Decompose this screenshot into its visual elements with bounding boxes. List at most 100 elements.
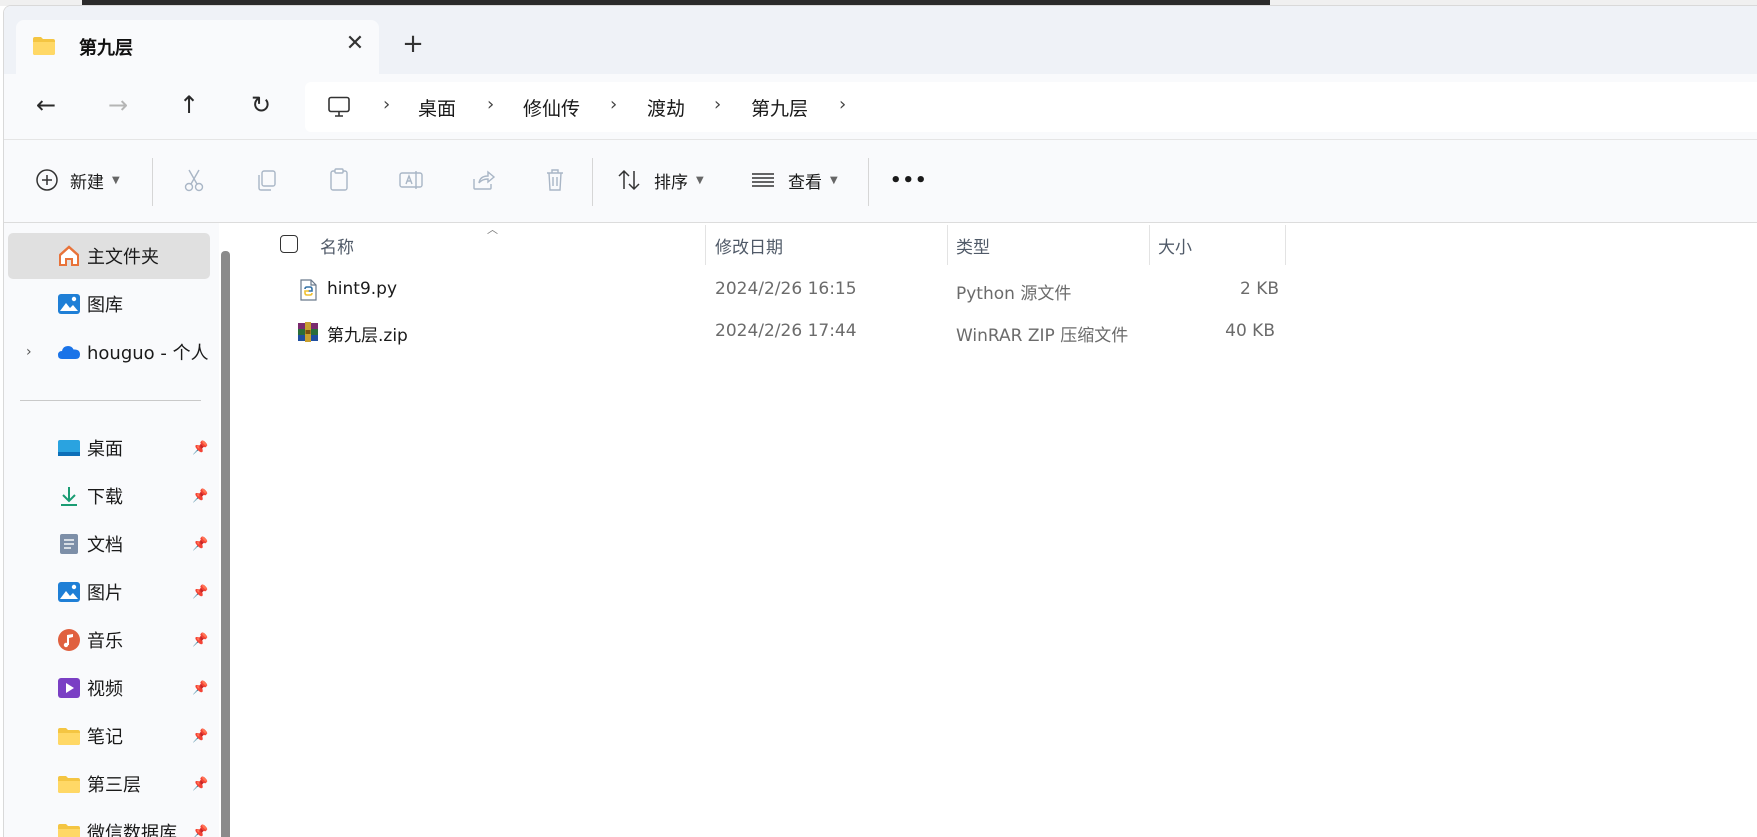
- paste-button[interactable]: [326, 162, 352, 198]
- sidebar-scrollbar[interactable]: [221, 251, 230, 837]
- sidebar-item-label: 桌面: [87, 439, 123, 460]
- sidebar-item-label: 笔记: [87, 727, 123, 748]
- pin-icon[interactable]: 📌: [192, 681, 208, 696]
- breadcrumb-desktop[interactable]: 桌面: [418, 94, 456, 121]
- sidebar-item-desktop[interactable]: 桌面 📌: [8, 425, 210, 471]
- select-all-checkbox[interactable]: [280, 235, 298, 253]
- view-list-icon: [752, 173, 774, 187]
- sidebar-item-downloads[interactable]: 下载 📌: [8, 473, 210, 519]
- table-row[interactable]: 第九层.zip 2024/2/26 17:44 WinRAR ZIP 压缩文件 …: [240, 311, 1340, 351]
- breadcrumb-separator[interactable]: ›: [383, 94, 390, 115]
- sidebar-item-label: houguo - 个人: [87, 343, 209, 364]
- sidebar-item-videos[interactable]: 视频 📌: [8, 665, 210, 711]
- sort-ascending-icon: ︿: [487, 223, 498, 236]
- address-bar[interactable]: › 桌面 › 修仙传 › 渡劫 › 第九层 ›: [305, 82, 1757, 132]
- scissors-icon: [184, 169, 204, 192]
- file-name: 第九层.zip: [327, 326, 408, 346]
- pin-icon[interactable]: 📌: [192, 537, 208, 552]
- refresh-button[interactable]: ↻: [241, 86, 281, 126]
- sidebar-item-documents[interactable]: 文档 📌: [8, 521, 210, 567]
- file-type: Python 源文件: [956, 284, 1072, 304]
- navigation-pane: 主文件夹 图库 › houguo - 个人 桌面 📌 下载 📌 文档 📌 图片 …: [4, 223, 219, 837]
- pin-icon[interactable]: 📌: [192, 489, 208, 504]
- column-header-modified[interactable]: 修改日期: [715, 233, 783, 258]
- column-header-name[interactable]: 名称: [320, 233, 354, 258]
- this-pc-icon[interactable]: [327, 96, 351, 118]
- breadcrumb-xiuxianzhuan[interactable]: 修仙传: [523, 94, 580, 121]
- rename-button[interactable]: [398, 162, 424, 198]
- document-icon: [60, 534, 78, 554]
- home-icon: [59, 245, 79, 266]
- toolbar-divider: [868, 158, 869, 206]
- column-header-size[interactable]: 大小: [1158, 233, 1192, 258]
- sidebar-item-third-layer[interactable]: 第三层 📌: [8, 761, 210, 807]
- view-label: 查看: [788, 172, 822, 193]
- sidebar-item-home[interactable]: 主文件夹: [8, 233, 210, 279]
- copy-icon: [258, 170, 276, 191]
- chevron-right-icon[interactable]: ›: [26, 344, 32, 360]
- cut-button[interactable]: [181, 162, 207, 198]
- sidebar-item-gallery[interactable]: 图库: [8, 281, 210, 327]
- share-button[interactable]: [470, 162, 496, 198]
- table-row[interactable]: hint9.py 2024/2/26 16:15 Python 源文件 2 KB: [240, 269, 1340, 309]
- sidebar-item-label: 主文件夹: [87, 247, 159, 268]
- pin-icon[interactable]: 📌: [192, 585, 208, 600]
- download-icon: [61, 487, 77, 506]
- sort-label: 排序: [654, 172, 688, 193]
- breadcrumb-separator[interactable]: ›: [487, 94, 494, 115]
- sort-button[interactable]: 排序 ▼: [616, 162, 704, 198]
- breadcrumb-dujie[interactable]: 渡劫: [647, 94, 685, 121]
- back-button[interactable]: ←: [26, 86, 66, 126]
- clipboard-icon: [330, 168, 348, 191]
- rename-icon: [399, 171, 423, 189]
- pin-icon[interactable]: 📌: [192, 729, 208, 744]
- title-bar: 第九层 ✕ +: [4, 6, 1757, 76]
- column-divider[interactable]: [947, 225, 948, 265]
- sort-icon: [618, 169, 640, 191]
- sidebar-item-wechat-db[interactable]: 微信数据库 📌: [8, 809, 210, 837]
- file-name: hint9.py: [327, 279, 398, 299]
- forward-button[interactable]: →: [98, 86, 138, 126]
- pin-icon[interactable]: 📌: [192, 825, 208, 837]
- column-divider[interactable]: [1285, 225, 1286, 265]
- column-divider[interactable]: [1149, 225, 1150, 265]
- sidebar-item-label: 下载: [87, 487, 123, 508]
- pin-icon[interactable]: 📌: [192, 633, 208, 648]
- toolbar-divider: [152, 158, 153, 206]
- more-options-button[interactable]: •••: [890, 162, 928, 198]
- sidebar-item-pictures[interactable]: 图片 📌: [8, 569, 210, 615]
- trash-icon: [547, 169, 563, 191]
- file-size: 40 KB: [1225, 321, 1275, 341]
- breadcrumb-separator[interactable]: ›: [714, 94, 721, 115]
- file-type: WinRAR ZIP 压缩文件: [956, 326, 1129, 346]
- up-button[interactable]: ↑: [169, 86, 209, 126]
- delete-button[interactable]: [542, 162, 568, 198]
- sidebar-item-notes[interactable]: 笔记 📌: [8, 713, 210, 759]
- onedrive-cloud-icon: [58, 346, 80, 359]
- breadcrumb-separator[interactable]: ›: [839, 94, 846, 115]
- tab-title: 第九层: [79, 38, 133, 59]
- pin-icon[interactable]: 📌: [192, 777, 208, 792]
- folder-icon: [58, 824, 80, 837]
- column-header-type[interactable]: 类型: [956, 233, 990, 258]
- gallery-icon: [58, 294, 80, 314]
- folder-icon: [58, 776, 80, 793]
- file-size: 2 KB: [1240, 279, 1280, 299]
- music-icon: [58, 629, 80, 651]
- new-tab-button[interactable]: +: [396, 28, 430, 62]
- sidebar-item-onedrive[interactable]: › houguo - 个人: [8, 329, 210, 375]
- view-button[interactable]: 查看 ▼: [750, 162, 838, 198]
- pin-icon[interactable]: 📌: [192, 441, 208, 456]
- sidebar-item-label: 音乐: [87, 631, 123, 652]
- column-divider[interactable]: [705, 225, 706, 265]
- close-tab-button[interactable]: ✕: [340, 30, 370, 60]
- chevron-down-icon: ▼: [696, 174, 704, 186]
- new-label: 新建: [70, 172, 104, 193]
- new-button[interactable]: 新建 ▼: [34, 162, 120, 198]
- sidebar-item-music[interactable]: 音乐 📌: [8, 617, 210, 663]
- copy-button[interactable]: [254, 162, 280, 198]
- tab-current-folder[interactable]: 第九层 ✕: [16, 20, 379, 76]
- breadcrumb-separator[interactable]: ›: [610, 94, 617, 115]
- breadcrumb-current[interactable]: 第九层: [751, 94, 808, 121]
- video-icon: [58, 678, 80, 698]
